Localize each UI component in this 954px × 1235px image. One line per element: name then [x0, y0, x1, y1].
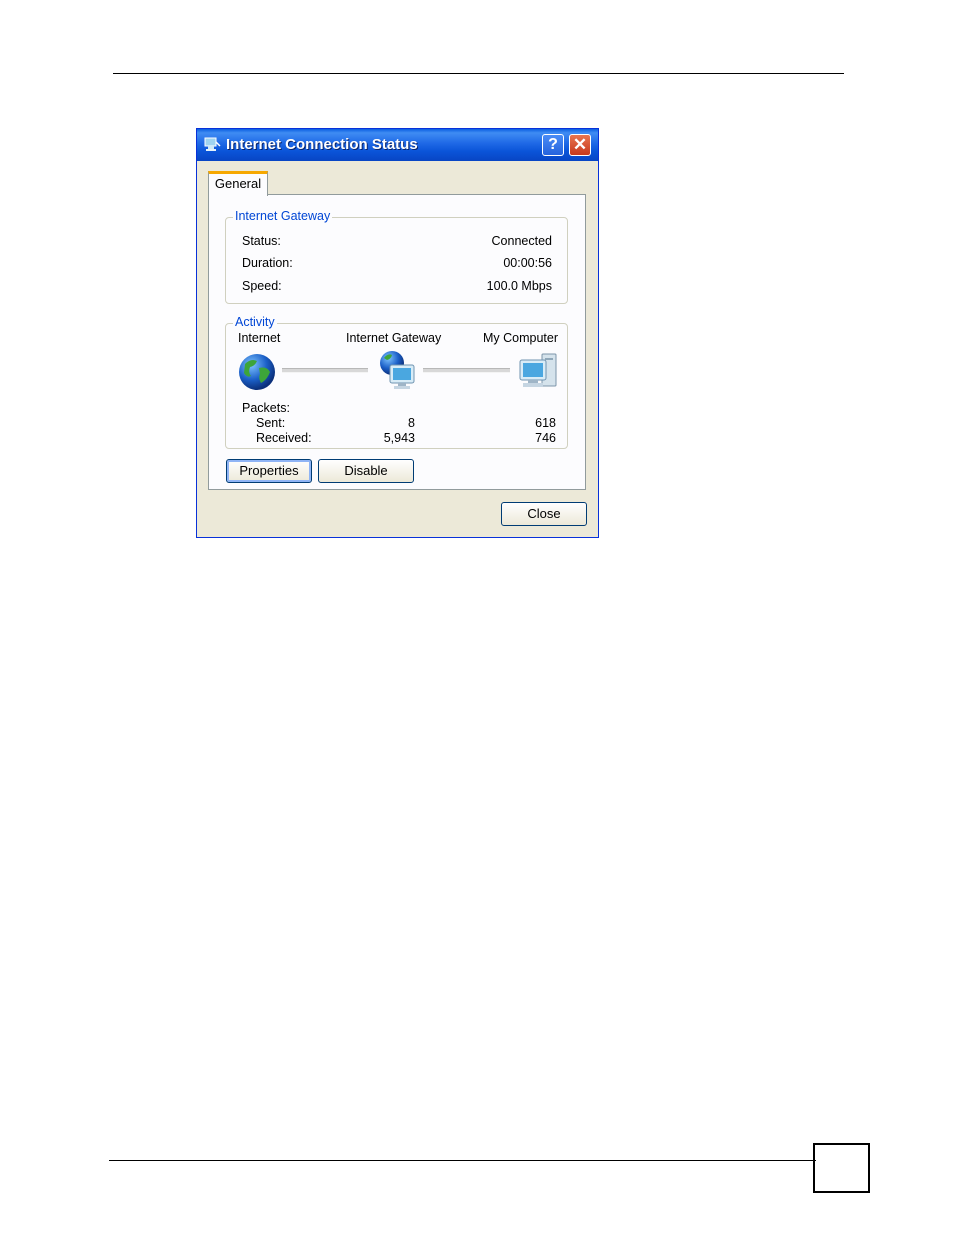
connection-line-internet-gateway [282, 368, 368, 373]
packets-label: Packets: [242, 401, 290, 415]
gateway-received-value: 5,943 [383, 431, 415, 445]
page-number-box [813, 1143, 870, 1193]
speed-label: Speed: [242, 279, 282, 293]
internet-gateway-group: Internet Gateway Status: Connected Durat… [225, 209, 568, 304]
close-icon: ✕ [572, 135, 588, 154]
properties-button[interactable]: Properties [226, 459, 312, 483]
status-value: Connected [491, 234, 552, 248]
close-button[interactable]: Close [501, 502, 587, 526]
computer-icon [519, 353, 557, 387]
title-bar[interactable]: Internet Connection Status ? ✕ [197, 129, 598, 161]
speed-value: 100.0 Mbps [486, 279, 552, 293]
computer-node-label: My Computer [483, 331, 559, 345]
connection-line-gateway-computer [423, 368, 510, 373]
gateway-icon [380, 351, 415, 389]
sent-label: Sent: [256, 416, 286, 430]
group-legend-activity: Activity [233, 315, 277, 329]
received-label: Received: [256, 431, 312, 445]
general-tab-panel: Internet Gateway Status: Connected Durat… [208, 194, 586, 490]
window-close-button[interactable]: ✕ [569, 134, 591, 156]
duration-value: 00:00:56 [503, 256, 552, 270]
network-connection-icon [204, 137, 221, 151]
duration-label: Duration: [242, 256, 293, 270]
group-legend-internet-gateway: Internet Gateway [233, 209, 333, 223]
gateway-node-label: Internet Gateway [346, 331, 442, 345]
computer-sent-value: 618 [535, 416, 556, 430]
gateway-sent-value: 8 [408, 416, 415, 430]
tab-general[interactable]: General [208, 171, 268, 196]
connection-status-dialog: Internet Connection Status ? ✕ General I… [196, 128, 599, 538]
help-button[interactable]: ? [542, 134, 564, 156]
status-label: Status: [242, 234, 281, 248]
activity-group: Activity Internet Internet Gateway My Co… [225, 315, 568, 449]
help-icon: ? [548, 136, 558, 153]
header-rule [113, 73, 844, 74]
disable-button[interactable]: Disable [318, 459, 414, 483]
footer-rule [109, 1160, 816, 1161]
globe-icon [239, 354, 275, 390]
window-title: Internet Connection Status [226, 136, 418, 153]
internet-node-label: Internet [238, 331, 281, 345]
computer-received-value: 746 [535, 431, 556, 445]
